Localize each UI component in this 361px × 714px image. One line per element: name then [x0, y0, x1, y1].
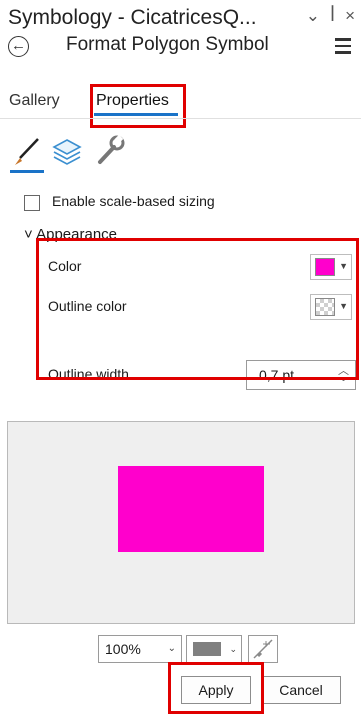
preview-background-select[interactable]: ⌄ — [186, 635, 242, 663]
pane-title: Symbology - CicatricesQ... — [8, 6, 257, 29]
tab-gallery[interactable]: Gallery — [9, 92, 60, 110]
highlight-box-properties — [90, 84, 186, 128]
brush-icon[interactable] — [10, 134, 44, 168]
scale-sizing-label: Enable scale-based sizing — [52, 193, 215, 209]
tab-divider — [0, 118, 361, 119]
background-swatch — [193, 642, 221, 656]
icon-tab-selected-indicator — [10, 170, 44, 173]
pane-controls: ⌄ ꟾ × — [306, 6, 355, 26]
pane-subtitle: Format Polygon Symbol — [66, 34, 269, 55]
pin-icon[interactable]: ꟾ — [330, 6, 335, 26]
chevron-down-icon: ˅ — [24, 226, 33, 243]
chevron-down-icon: ⌄ — [229, 644, 237, 654]
preview-zoom-select[interactable]: 100% ⌄ — [98, 635, 182, 663]
cancel-button[interactable]: Cancel — [261, 676, 341, 704]
highlight-box-appearance — [36, 238, 359, 380]
pane-options-chevron-icon[interactable]: ⌄ — [306, 6, 320, 26]
no-background-icon[interactable] — [248, 635, 278, 663]
back-icon[interactable]: ← — [8, 36, 29, 57]
highlight-box-apply — [168, 662, 264, 714]
symbol-preview — [7, 421, 355, 624]
chevron-down-icon: ⌄ — [167, 643, 176, 654]
wrench-icon[interactable] — [92, 134, 126, 168]
zoom-value: 100% — [105, 641, 141, 657]
menu-icon[interactable] — [335, 38, 351, 58]
preview-polygon — [118, 466, 264, 552]
close-icon[interactable]: × — [345, 6, 355, 26]
layers-icon[interactable] — [50, 134, 84, 168]
scale-sizing-checkbox[interactable] — [24, 195, 40, 211]
